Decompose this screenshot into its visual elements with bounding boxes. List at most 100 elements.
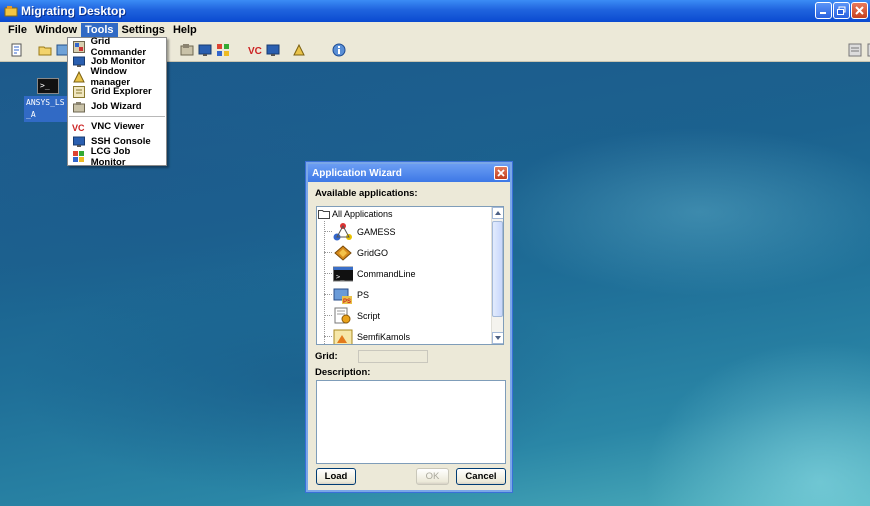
semfikamols-icon (333, 329, 353, 344)
grid-field (358, 350, 428, 363)
menu-item-vnc-viewer[interactable]: VC VNC Viewer (68, 119, 166, 134)
scroll-up-button[interactable] (492, 207, 503, 219)
dialog-titlebar[interactable]: Application Wizard (308, 164, 510, 182)
job-monitor-icon (198, 44, 212, 56)
lcg-job-monitor-icon (217, 44, 229, 56)
ps-icon: PS (333, 288, 352, 305)
window-titlebar[interactable]: Migrating Desktop (0, 0, 870, 22)
tree-item-semfikamols[interactable]: SemfiKamols (317, 326, 503, 344)
menu-window[interactable]: Window (31, 23, 81, 38)
arrow-up-icon (495, 211, 501, 215)
job-wizard-icon (73, 101, 85, 112)
tree-scrollbar[interactable] (491, 207, 503, 344)
svg-text:PS: PS (343, 299, 351, 305)
menu-item-label: Window manager (90, 65, 131, 88)
window-manager-icon (293, 43, 305, 56)
folder-icon (38, 46, 52, 56)
svg-text:VC: VC (248, 46, 262, 57)
toolbar-monitor-button[interactable] (196, 41, 214, 59)
menu-item-job-wizard[interactable]: Job Wizard (68, 99, 166, 114)
tree-item-label: Script (357, 310, 381, 321)
toolbar-open-button[interactable] (36, 41, 54, 59)
ssh-console-icon (73, 136, 85, 147)
tree-root[interactable]: All Applications (317, 207, 503, 221)
desktop-icon-label[interactable]: ANSYS_LS_A (24, 96, 68, 122)
application-wizard-dialog: Application Wizard Available application… (306, 162, 512, 492)
tree-item-gridgo[interactable]: GridGO (317, 242, 503, 263)
window-manager-icon (72, 70, 85, 82)
menu-item-label: VNC Viewer (91, 121, 145, 132)
svg-text:VC: VC (72, 123, 85, 133)
toolbar-panel2-button[interactable] (862, 41, 870, 59)
job-monitor-icon (73, 56, 85, 67)
commandline-icon: >_ (333, 266, 353, 281)
cancel-button[interactable]: Cancel (456, 468, 506, 485)
ssh-console-icon (266, 44, 280, 56)
description-area[interactable] (316, 380, 506, 464)
tree-item-gamess[interactable]: GAMESS (317, 221, 503, 242)
tree-item-label: SemfiKamols (357, 331, 411, 342)
available-applications-label: Available applications: (315, 188, 418, 199)
arrow-down-icon (495, 336, 501, 340)
grid-label: Grid: (315, 351, 338, 362)
restore-icon (837, 6, 846, 15)
tree-item-ps[interactable]: PS PS (317, 284, 503, 305)
close-icon (855, 6, 864, 15)
lcg-job-monitor-icon (72, 150, 84, 162)
applications-tree[interactable]: All Applications GAMESS GridGO >_ Comman… (316, 206, 504, 345)
toolbar-ssh-button[interactable] (264, 41, 282, 59)
tree-item-commandline[interactable]: >_ CommandLine (317, 263, 503, 284)
gridgo-icon (334, 244, 352, 261)
tree-item-script[interactable]: Script (317, 305, 503, 326)
menu-help[interactable]: Help (169, 23, 201, 38)
menu-item-label: Job Wizard (91, 101, 142, 112)
scroll-thumb[interactable] (492, 221, 503, 317)
maximize-button[interactable] (833, 2, 850, 19)
menu-item-grid-commander[interactable]: Grid Commander (68, 36, 166, 58)
tree-item-label: CommandLine (357, 268, 416, 279)
gamess-icon (333, 222, 352, 240)
menu-file[interactable]: File (4, 23, 31, 38)
new-document-icon (11, 43, 22, 57)
info-icon (332, 43, 346, 57)
toolbar-window-manager-button[interactable] (290, 41, 308, 59)
scroll-down-button[interactable] (492, 332, 503, 344)
tools-menu: Grid Commander Job Monitor Window manage… (67, 36, 167, 168)
panel-icon (848, 43, 862, 57)
close-button[interactable] (851, 2, 868, 19)
tree-item-label: PS (357, 289, 370, 300)
tree-item-label: GAMESS (357, 226, 396, 237)
toolbar-info-button[interactable] (330, 41, 348, 59)
window-title: Migrating Desktop (21, 4, 126, 18)
menu-item-label: LCG Job Monitor (90, 145, 131, 168)
menu-item-window-manager[interactable]: Window manager (68, 66, 166, 88)
ok-button[interactable]: OK (416, 468, 449, 485)
minimize-icon (820, 12, 826, 14)
toolbar-new-button[interactable] (8, 41, 26, 59)
menu-separator (69, 116, 165, 117)
menu-item-lcg-job-monitor[interactable]: LCG Job Monitor (68, 146, 166, 168)
toolbar-vnc-button[interactable]: VC (246, 41, 264, 59)
dialog-close-button[interactable] (494, 166, 508, 180)
close-icon (497, 169, 505, 177)
tree-root-label: All Applications (332, 209, 393, 219)
menu-item-label: Grid Commander (90, 35, 147, 58)
menu-item-label: Grid Explorer (91, 86, 152, 97)
grid-commander-icon (72, 40, 85, 53)
desktop-icon-ansys[interactable]: >_ (28, 78, 68, 94)
svg-text:>_: >_ (336, 273, 345, 281)
folder-icon (318, 210, 330, 219)
menu-item-grid-explorer[interactable]: Grid Explorer (68, 84, 166, 99)
toolbar-lcg-button[interactable] (214, 41, 232, 59)
script-icon (334, 307, 351, 323)
job-wizard-icon (180, 44, 194, 56)
description-label: Description: (315, 367, 371, 378)
terminal-icon: >_ (37, 78, 59, 94)
grid-explorer-icon (73, 85, 85, 98)
toolbar-job-wizard-button[interactable] (178, 41, 196, 59)
app-icon (4, 6, 18, 17)
load-button[interactable]: Load (316, 468, 356, 485)
dialog-title: Application Wizard (312, 167, 402, 179)
tree-item-label: GridGO (357, 247, 389, 258)
minimize-button[interactable] (815, 2, 832, 19)
